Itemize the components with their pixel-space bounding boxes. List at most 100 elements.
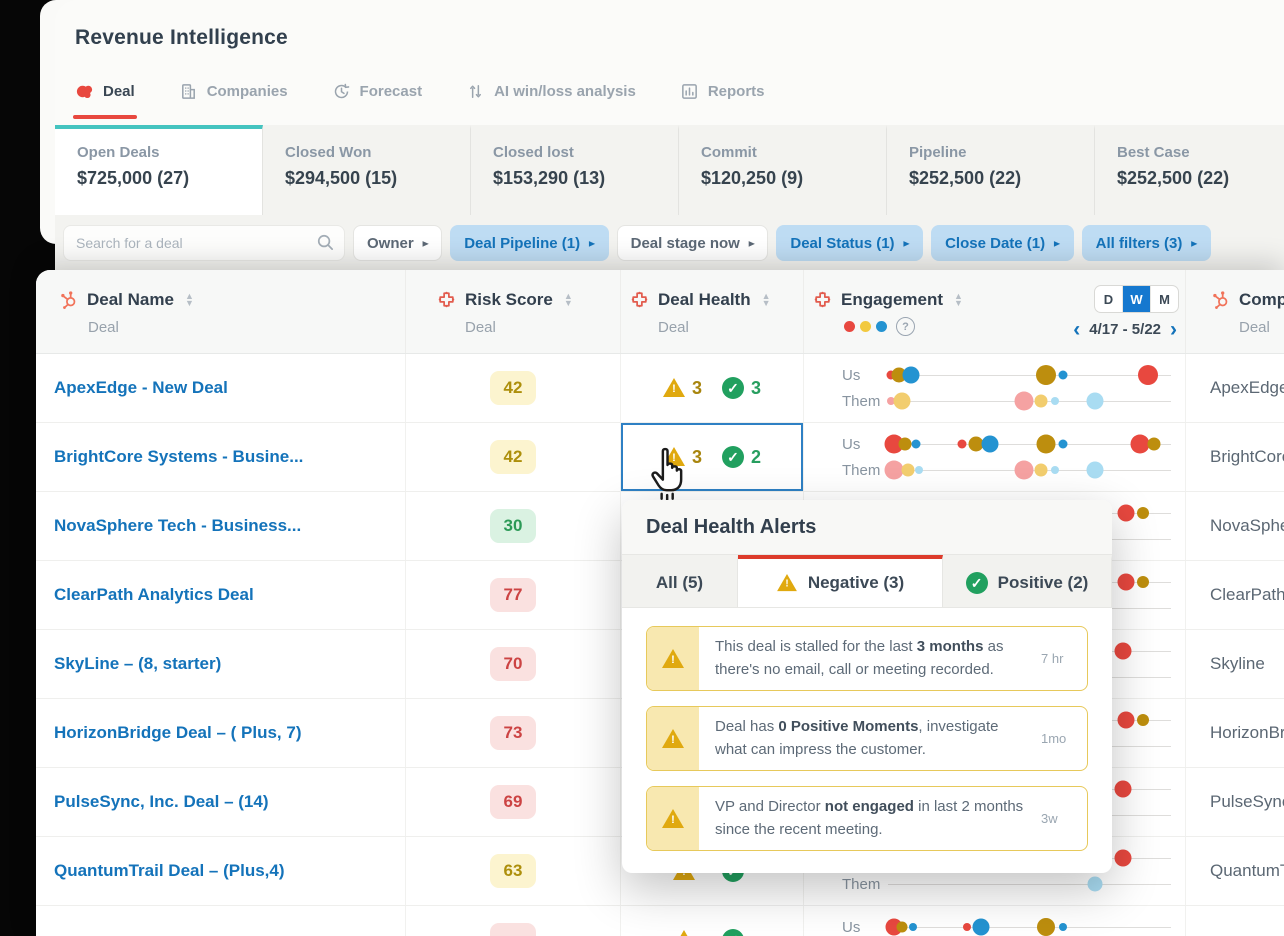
toggle-segment-m[interactable]: M: [1151, 286, 1178, 312]
engagement-us-label: Us: [842, 366, 861, 384]
alert-card[interactable]: ! VP and Director not engaged in last 2 m…: [646, 786, 1088, 851]
deal-name-link[interactable]: PulseSync, Inc. Deal – (14): [54, 792, 268, 812]
deal-name-link[interactable]: SkyLine – (8, starter): [54, 654, 221, 674]
popup-tab-negative-3[interactable]: ! Negative (3): [738, 555, 943, 607]
hubspot-icon: [1210, 289, 1231, 310]
filter-button-deal-pipeline-1[interactable]: Deal Pipeline (1) ▸: [450, 225, 609, 261]
alert-timestamp: 7 hr: [1041, 651, 1064, 666]
deal-name-link[interactable]: QuantumTrail Deal – (Plus,4): [54, 861, 285, 881]
card-label: Closed lost: [493, 144, 574, 161]
card-value: $252,500 (22): [909, 168, 1022, 188]
deal-name-link[interactable]: BrightCore Systems - Busine...: [54, 447, 303, 467]
toggle-segment-d[interactable]: D: [1095, 286, 1123, 312]
company-cell: [1185, 906, 1284, 936]
engagement-dot: [1138, 365, 1159, 385]
column-header-engagement: Engagement ▲ ▼ ? DWM ‹ 4/17 - 5/22 ›: [803, 270, 1185, 353]
positive-alert-count: ✓: [722, 929, 751, 936]
tab-deal[interactable]: Deal: [73, 82, 137, 119]
tab-forecast[interactable]: Forecast: [332, 82, 422, 105]
search-input[interactable]: [63, 225, 345, 261]
engagement-dot: [909, 923, 918, 931]
engagement-dot: [1037, 918, 1056, 936]
engagement-dot: [1058, 439, 1068, 449]
engagement-dot: [911, 439, 921, 449]
tab-companies[interactable]: Companies: [179, 82, 288, 105]
risk-score-cell: 70: [405, 630, 620, 698]
negative-count-value: 3: [691, 377, 702, 398]
negative-alert-count: ! 3: [662, 377, 702, 399]
filter-button-deal-stage-now[interactable]: Deal stage now ▸: [616, 225, 769, 261]
engagement-us-track: [885, 915, 1171, 936]
warning-icon: !: [662, 378, 685, 398]
engagement-us-label: Us: [842, 918, 861, 936]
deal-name-link[interactable]: NovaSphere Tech - Business...: [54, 516, 301, 536]
deal-health-cell[interactable]: !✓: [620, 906, 803, 936]
deal-name-cell: HorizonBridge Deal – ( Plus, 7): [36, 699, 405, 767]
check-icon: ✓: [722, 929, 744, 936]
column-subtitle: Deal: [465, 319, 496, 336]
deal-name-link[interactable]: ClearPath Analytics Deal: [54, 585, 254, 605]
summary-card-pipeline[interactable]: Pipeline $252,500 (22): [887, 125, 1095, 215]
hubspot-icon: [58, 289, 79, 310]
caret-icon: ▸: [903, 238, 910, 249]
summary-filter-area: Open Deals $725,000 (27) Closed Won $294,50…: [55, 125, 1284, 270]
summary-card-closed-lost[interactable]: Closed lost $153,290 (13): [471, 125, 679, 215]
tab-ai-win-loss-analysis[interactable]: AI win/loss analysis: [466, 82, 636, 105]
tab-reports[interactable]: Reports: [680, 82, 765, 105]
card-value: $252,500 (22): [1117, 168, 1230, 188]
popup-tab-positive-2[interactable]: ✓ Positive (2): [943, 555, 1112, 607]
filter-button-owner[interactable]: Owner ▸: [353, 225, 443, 261]
deal-name-cell: [36, 906, 405, 936]
filter-button-close-date-1[interactable]: Close Date (1) ▸: [931, 225, 1074, 261]
filter-label: Owner: [367, 234, 414, 252]
summary-card-open-deals[interactable]: Open Deals $725,000 (27): [55, 125, 263, 215]
sort-icon[interactable]: ▲ ▼: [564, 291, 573, 307]
card-label: Commit: [701, 144, 757, 161]
engagement-them-line: Them: [842, 389, 1185, 413]
company-cell: PulseSync: [1185, 768, 1284, 836]
engagement-dot: [896, 921, 908, 933]
popup-tab-all-5[interactable]: All (5): [622, 555, 738, 607]
summary-card-best-case[interactable]: Best Case $252,500 (22): [1095, 125, 1284, 215]
card-label: Pipeline: [909, 144, 967, 161]
engagement-cell: UsThem: [803, 423, 1185, 491]
table-row: !✓UsThem: [36, 906, 1284, 936]
toggle-segment-w[interactable]: W: [1123, 286, 1151, 312]
revenue-intelligence-screen: Revenue Intelligence Deal Companies Foreca…: [0, 0, 1284, 936]
prev-chevron-icon[interactable]: ‹: [1073, 319, 1080, 340]
filter-button-deal-status-1[interactable]: Deal Status (1) ▸: [776, 225, 924, 261]
popup-tabs: All (5)! Negative (3) ✓ Positive (2): [622, 555, 1112, 608]
engagement-us-line: Us: [842, 363, 1185, 387]
engagement-cell: UsThem: [803, 906, 1185, 936]
deal-name-cell: BrightCore Systems - Busine...: [36, 423, 405, 491]
card-value: $294,500 (15): [285, 168, 398, 188]
check-icon: ✓: [965, 572, 988, 594]
popup-tab-label: Positive (2): [997, 573, 1089, 592]
check-icon: ✓: [722, 446, 744, 468]
risk-score-cell: 69: [405, 768, 620, 836]
engagement-dot: [1086, 392, 1104, 410]
card-value: $153,290 (13): [493, 168, 606, 188]
filter-label: Deal Pipeline (1): [464, 234, 581, 252]
risk-score-cell: [405, 906, 620, 936]
column-title: Risk Score: [465, 289, 553, 309]
help-icon[interactable]: ?: [896, 317, 915, 336]
sort-icon[interactable]: ▲ ▼: [762, 291, 771, 307]
top-panel: Revenue Intelligence Deal Companies Foreca…: [55, 0, 1284, 270]
alert-warning-stripe: !: [647, 787, 699, 850]
sort-icon[interactable]: ▲ ▼: [185, 291, 194, 307]
engagement-dot: [1086, 461, 1104, 479]
alert-card[interactable]: ! This deal is stalled for the last 3 mon…: [646, 626, 1088, 691]
negative-alert-count: !: [673, 930, 702, 936]
deal-health-cell[interactable]: ! 3 ✓ 3: [620, 354, 803, 422]
negative-count-value: 3: [691, 446, 702, 467]
summary-card-commit[interactable]: Commit $120,250 (9): [679, 125, 887, 215]
deal-search: [63, 225, 345, 261]
filter-button-all-filters-3[interactable]: All filters (3) ▸: [1081, 225, 1211, 261]
sort-icon[interactable]: ▲ ▼: [954, 291, 963, 307]
deal-name-link[interactable]: ApexEdge - New Deal: [54, 378, 228, 398]
alert-card[interactable]: ! Deal has 0 Positive Moments, investigat…: [646, 706, 1088, 771]
next-chevron-icon[interactable]: ›: [1170, 319, 1177, 340]
deal-name-link[interactable]: HorizonBridge Deal – ( Plus, 7): [54, 723, 302, 743]
summary-card-closed-won[interactable]: Closed Won $294,500 (15): [263, 125, 471, 215]
